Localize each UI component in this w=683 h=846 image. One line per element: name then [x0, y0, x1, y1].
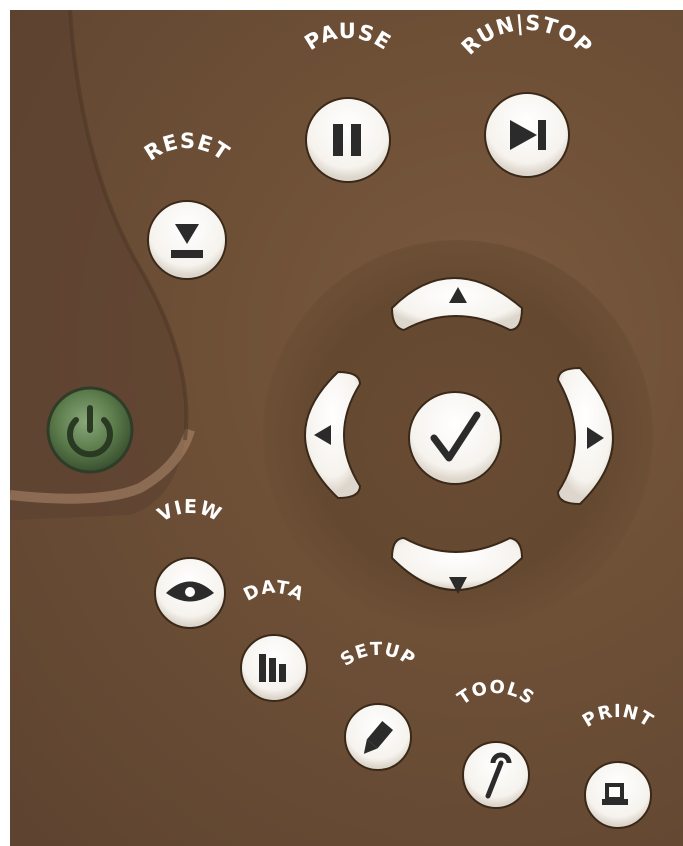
view-label: VIEW — [154, 496, 225, 527]
pause-label: PAUSE — [300, 19, 395, 55]
print-label: PRINT — [579, 701, 657, 732]
power-button[interactable] — [46, 386, 134, 474]
view-button[interactable] — [154, 557, 226, 629]
reset-label: RESET — [140, 129, 234, 166]
setup-label: SETUP — [337, 639, 419, 671]
pause-button[interactable] — [305, 97, 391, 183]
reset-button[interactable] — [147, 200, 227, 280]
print-button[interactable] — [584, 761, 652, 829]
tools-button[interactable] — [462, 741, 530, 809]
tools-label: TOOLS — [454, 677, 539, 710]
ok-button[interactable] — [408, 391, 502, 485]
control-panel-graphic: PAUSE RUN|STOP RESET VIEW DATA SETUP TOO… — [10, 10, 657, 829]
control-panel: PAUSE RUN|STOP RESET VIEW DATA SETUP TOO… — [10, 10, 683, 846]
setup-button[interactable] — [344, 703, 412, 771]
data-button[interactable] — [240, 634, 308, 702]
run-stop-label: RUN|STOP — [457, 11, 597, 60]
run-stop-button[interactable] — [484, 92, 570, 178]
data-label: DATA — [240, 577, 308, 606]
